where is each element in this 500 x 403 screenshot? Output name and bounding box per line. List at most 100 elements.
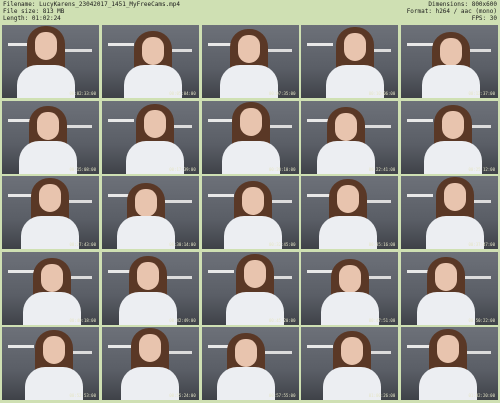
person-face: [234, 339, 257, 367]
wall-shelf: [407, 118, 433, 122]
timestamp-label: 00:42:49:00: [169, 317, 196, 323]
timestamp-label: 00:57:55:00: [269, 393, 296, 398]
video-thumbnail[interactable]: 00:15:08:00: [2, 100, 99, 174]
timestamp-label: 00:27:43:00: [69, 242, 97, 247]
video-thumbnail[interactable]: 00:22:41:00: [301, 100, 399, 174]
timestamp-label: 00:12:37:00: [468, 91, 496, 96]
person-face: [344, 33, 367, 61]
video-thumbnail[interactable]: 00:20:10:00: [201, 100, 299, 174]
timestamp-label: 00:30:14:00: [169, 242, 196, 247]
timestamp-label: 00:07:35:00: [269, 91, 296, 96]
person-face: [138, 334, 161, 362]
person-face: [337, 185, 360, 213]
video-thumbnail[interactable]: 00:25:12:00: [401, 100, 498, 174]
timestamp-label: 00:22:41:00: [368, 166, 396, 172]
wall-shelf: [107, 118, 134, 122]
person-face: [444, 183, 466, 211]
video-thumbnail[interactable]: 00:47:51:00: [301, 251, 399, 325]
person-face: [37, 111, 59, 140]
video-thumbnail[interactable]: 00:35:16:00: [301, 176, 399, 249]
video-thumbnail[interactable]: 00:50:22:00: [401, 251, 498, 325]
wall-shelf: [8, 269, 34, 273]
timestamp-label: 01:00:26:00: [368, 393, 396, 398]
person-face: [237, 35, 260, 63]
timestamp-label: 00:20:10:00: [269, 166, 296, 172]
person-face: [435, 262, 457, 291]
wall-shelf: [107, 43, 134, 46]
person-sweater: [116, 216, 175, 249]
video-thumbnail[interactable]: 00:27:43:00: [2, 176, 99, 249]
person-face: [442, 110, 464, 139]
video-thumbnail[interactable]: 00:12:37:00: [401, 25, 498, 98]
person-face: [239, 107, 262, 136]
wall-shelf: [207, 269, 234, 273]
timestamp-label: 00:52:53:00: [69, 393, 97, 398]
timestamp-label: 00:17:39:00: [169, 166, 196, 172]
wall-shelf: [62, 49, 92, 52]
video-thumbnail[interactable]: 01:02:20:00: [401, 327, 498, 400]
person-face: [35, 32, 57, 60]
timestamp-label: 00:02:33:00: [69, 91, 97, 96]
video-thumbnail[interactable]: 00:52:53:00: [2, 327, 99, 400]
video-thumbnail[interactable]: 00:57:55:00: [201, 327, 299, 400]
timestamp-label: 00:55:24:00: [169, 393, 196, 398]
person-face: [141, 37, 164, 65]
timestamp-label: 00:10:06:00: [368, 91, 396, 96]
video-thumbnail[interactable]: 00:10:06:00: [301, 25, 399, 98]
video-thumbnail[interactable]: 00:40:18:00: [2, 251, 99, 325]
person-sweater: [19, 140, 77, 174]
person-face: [143, 109, 166, 138]
person-face: [241, 187, 264, 215]
video-thumbnail[interactable]: 00:45:20:00: [201, 251, 299, 325]
person-sweater: [317, 140, 376, 174]
video-thumbnail[interactable]: 00:30:14:00: [101, 176, 199, 249]
video-thumbnail[interactable]: 00:42:49:00: [101, 251, 199, 325]
person-face: [437, 335, 459, 363]
person-face: [440, 38, 462, 66]
info-header: Filename: LucyKarens_23042017_1451_MyFre…: [0, 0, 500, 24]
timestamp-label: 00:47:51:00: [368, 317, 396, 323]
person-sweater: [417, 291, 475, 325]
video-thumbnail[interactable]: 01:00:26:00: [301, 327, 399, 400]
person-face: [136, 261, 159, 290]
wall-shelf: [207, 194, 234, 197]
thumbnail-grid: 00:02:33:00 00:05:04:00 00:07:35:00 00:10:0…: [2, 25, 498, 401]
timestamp-label: 00:35:16:00: [368, 242, 396, 247]
timestamp-label: 00:45:20:00: [269, 317, 296, 323]
timestamp-label: 00:32:45:00: [269, 242, 296, 247]
video-thumbnail[interactable]: 00:07:35:00: [201, 25, 299, 98]
timestamp-label: 00:40:18:00: [69, 317, 97, 323]
person-sweater: [118, 291, 177, 325]
person-face: [43, 336, 65, 364]
timestamp-label: 00:05:04:00: [169, 91, 196, 96]
person-face: [339, 264, 362, 293]
wall-shelf: [407, 194, 433, 197]
person-face: [134, 189, 157, 217]
person-face: [243, 259, 266, 288]
video-thumbnail[interactable]: 00:17:39:00: [101, 100, 199, 174]
wall-shelf: [161, 200, 192, 203]
wall-shelf: [307, 43, 334, 46]
person-face: [341, 337, 364, 365]
wall-shelf: [461, 275, 491, 279]
wall-shelf: [8, 345, 34, 348]
timestamp-label: 00:37:47:00: [468, 242, 496, 247]
wall-shelf: [307, 269, 334, 273]
person-face: [39, 184, 61, 212]
timestamp-label: 00:15:08:00: [69, 166, 97, 172]
person-sweater: [17, 65, 75, 98]
timestamp-label: 00:50:22:00: [468, 317, 496, 323]
wall-shelf: [207, 118, 234, 122]
timestamp-label: 01:02:20:00: [468, 393, 496, 398]
video-thumbnail[interactable]: 00:32:45:00: [201, 176, 299, 249]
wall-shelf: [361, 124, 392, 128]
person-sweater: [216, 367, 275, 400]
video-thumbnail[interactable]: 00:02:33:00: [2, 25, 99, 98]
video-thumbnail[interactable]: 00:55:24:00: [101, 327, 199, 400]
wall-shelf: [407, 43, 433, 46]
video-thumbnail[interactable]: 00:37:47:00: [401, 176, 498, 249]
video-thumbnail[interactable]: 00:05:04:00: [101, 25, 199, 98]
length-label: Length: 01:02:24: [3, 15, 61, 22]
wall-shelf: [261, 351, 292, 354]
fps-label: FPS: 30: [471, 15, 497, 22]
